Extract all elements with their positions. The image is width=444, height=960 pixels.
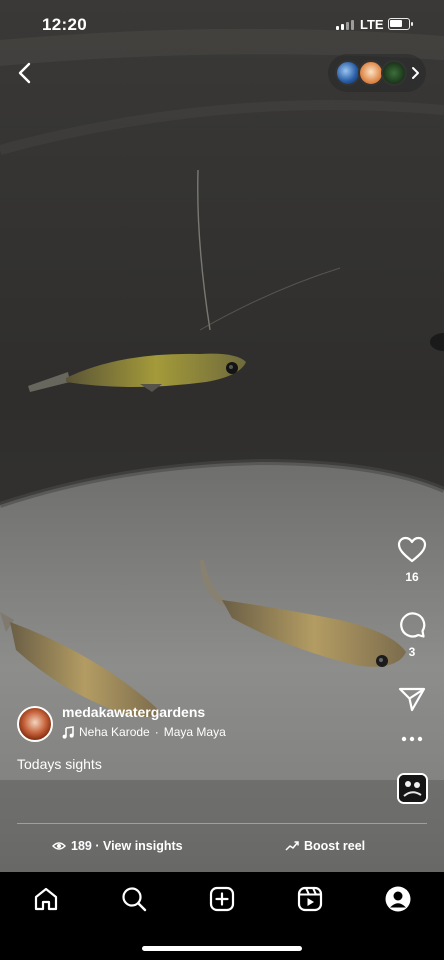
- profile-icon: [385, 886, 411, 912]
- tab-new-post[interactable]: [208, 885, 236, 913]
- comment-count: 3: [408, 645, 416, 659]
- collab-avatar: [381, 60, 407, 86]
- more-horizontal-icon: [401, 736, 423, 742]
- audio-artist: Neha Karode: [79, 725, 150, 739]
- eye-icon: [52, 842, 66, 850]
- trending-up-icon: [285, 841, 299, 851]
- like-count: 16: [405, 570, 419, 584]
- search-icon: [122, 887, 147, 912]
- status-bar: 12:20 LTE: [0, 0, 444, 48]
- divider: [17, 823, 427, 824]
- audio-cover-art: [399, 775, 426, 802]
- network-type: LTE: [360, 17, 384, 32]
- audio-separator: ·: [154, 725, 159, 739]
- home-indicator: [142, 946, 302, 951]
- comment-icon: [400, 612, 426, 638]
- author-username[interactable]: medakawatergardens: [62, 704, 205, 720]
- more-options-button[interactable]: [392, 734, 432, 754]
- audio-track: Maya Maya: [163, 725, 226, 739]
- comment-button[interactable]: 3: [392, 611, 432, 659]
- signal-icon: [336, 19, 354, 30]
- send-icon: [398, 687, 426, 712]
- tab-reels[interactable]: [296, 885, 324, 913]
- share-button[interactable]: [392, 686, 432, 712]
- tab-search[interactable]: [120, 885, 148, 913]
- boost-reel-button[interactable]: Boost reel: [285, 839, 365, 853]
- back-button[interactable]: [12, 60, 38, 86]
- tab-profile[interactable]: [384, 885, 412, 913]
- heart-icon: [397, 536, 427, 563]
- status-time: 12:20: [42, 15, 87, 34]
- tab-home[interactable]: [32, 885, 60, 913]
- chevron-right-icon: [412, 67, 419, 79]
- like-button[interactable]: 16: [392, 536, 432, 584]
- collab-avatars-button[interactable]: [328, 54, 426, 92]
- reels-icon: [297, 886, 323, 912]
- audio-attribution[interactable]: Neha Karode · Maya Maya: [62, 725, 226, 739]
- new-post-icon: [209, 886, 235, 912]
- bottom-tab-bar: [0, 872, 444, 960]
- post-caption: Todays sights: [17, 756, 102, 772]
- boost-label: Boost reel: [304, 839, 366, 853]
- chevron-left-icon: [18, 62, 31, 84]
- insights-label: 189 · View insights: [71, 839, 183, 853]
- home-icon: [34, 887, 58, 911]
- author-avatar[interactable]: [17, 706, 53, 742]
- audio-thumbnail-button[interactable]: [397, 773, 428, 804]
- music-note-icon: [62, 725, 74, 739]
- reel-video-frame[interactable]: [0, 0, 444, 872]
- view-insights-button[interactable]: 189 · View insights: [52, 839, 183, 853]
- battery-icon: [388, 18, 413, 30]
